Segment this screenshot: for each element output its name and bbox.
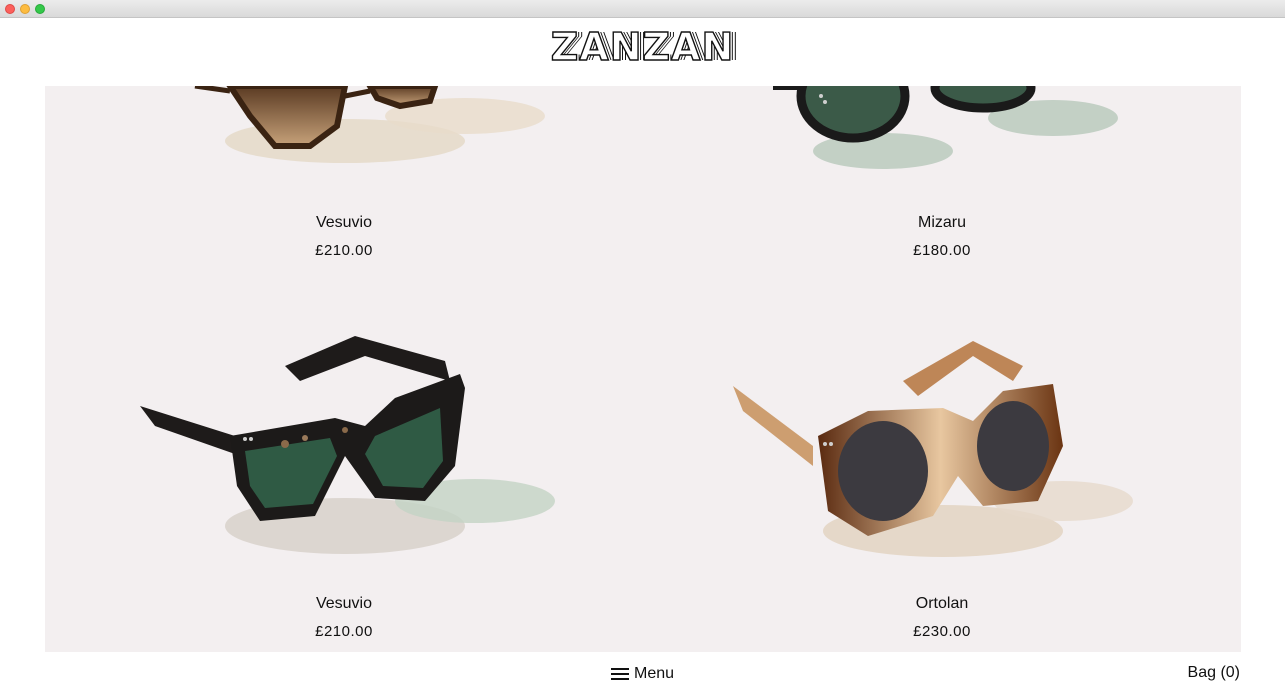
browser-titlebar <box>0 0 1285 18</box>
product-card[interactable]: Vesuvio £210.00 <box>45 86 643 276</box>
hamburger-icon <box>611 668 629 681</box>
product-grid: Vesuvio £210.00 Mizaru £180.00 Vesuvio £… <box>45 86 1241 652</box>
maximize-window-button[interactable] <box>35 4 45 14</box>
product-name[interactable]: Vesuvio <box>45 214 643 232</box>
close-window-button[interactable] <box>5 4 15 14</box>
product-image-sunglasses[interactable] <box>643 86 1241 186</box>
product-price: £230.00 <box>913 623 971 640</box>
product-price: £180.00 <box>913 242 971 259</box>
product-card[interactable]: Ortolan £230.00 <box>643 296 1241 652</box>
bag-link[interactable]: Bag (0) <box>1188 664 1240 682</box>
product-name[interactable]: Vesuvio <box>45 595 643 613</box>
product-name[interactable]: Ortolan <box>643 595 1241 613</box>
product-card[interactable]: Vesuvio £210.00 <box>45 296 643 652</box>
minimize-window-button[interactable] <box>20 4 30 14</box>
product-image-sunglasses[interactable] <box>643 326 1241 566</box>
product-card[interactable]: Mizaru £180.00 <box>643 86 1241 276</box>
product-image-sunglasses[interactable] <box>45 326 643 566</box>
brand-logo[interactable]: ZANZAN <box>0 25 1285 69</box>
menu-label: Menu <box>634 665 675 682</box>
product-name[interactable]: Mizaru <box>643 214 1241 232</box>
product-price: £210.00 <box>315 242 373 259</box>
brand-logo-text: ZANZAN <box>550 25 735 69</box>
product-image-sunglasses[interactable] <box>45 86 643 186</box>
menu-button[interactable]: Menu <box>611 664 674 684</box>
product-price: £210.00 <box>315 623 373 640</box>
